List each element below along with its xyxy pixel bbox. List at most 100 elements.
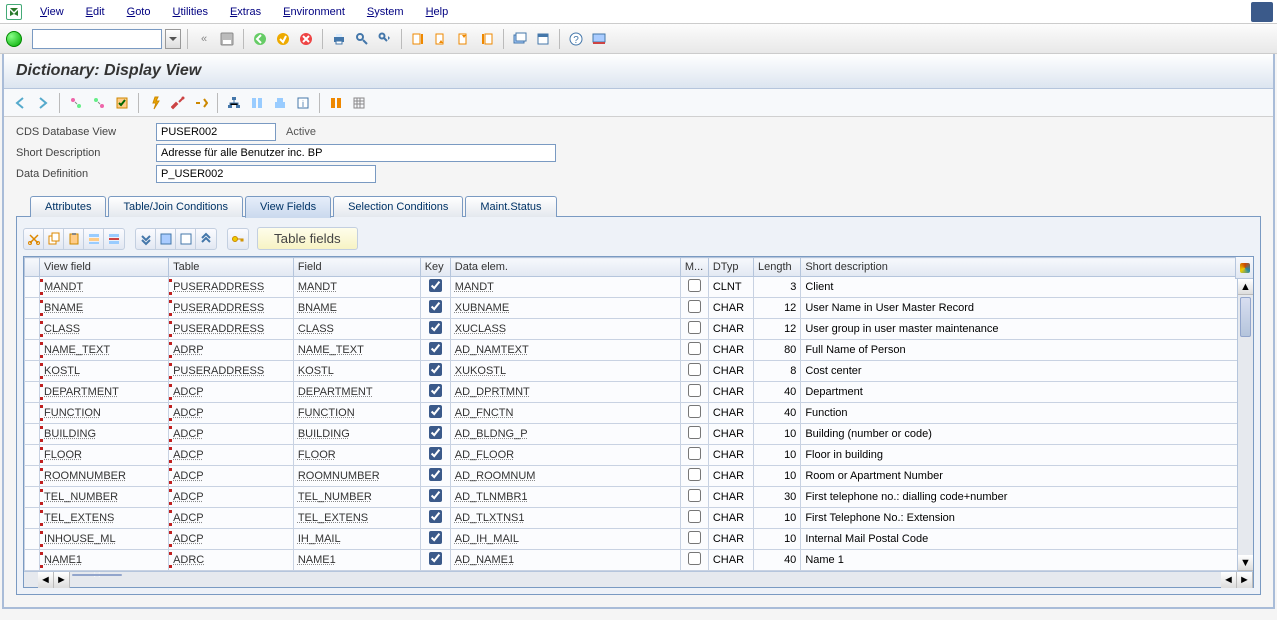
m-checkbox[interactable] bbox=[688, 300, 701, 313]
row-selector[interactable] bbox=[25, 466, 40, 487]
cell-viewfield[interactable]: INHOUSE_ML bbox=[40, 531, 168, 547]
m-checkbox[interactable] bbox=[688, 447, 701, 460]
table-settings-icon[interactable] bbox=[1235, 257, 1253, 279]
key-checkbox[interactable] bbox=[429, 447, 442, 460]
cell-dataelem[interactable]: XUKOSTL bbox=[451, 363, 680, 379]
print-icon[interactable] bbox=[329, 29, 349, 49]
col-dtyp[interactable]: DTyp bbox=[708, 258, 753, 277]
next-page-icon[interactable] bbox=[454, 29, 474, 49]
cell-viewfield[interactable]: ROOMNUMBER bbox=[40, 468, 168, 484]
cell-table[interactable]: PUSERADDRESS bbox=[169, 279, 293, 295]
hscroll2-left-icon[interactable]: ◄ bbox=[1221, 572, 1237, 588]
col-m[interactable]: M... bbox=[680, 258, 708, 277]
hscroll-right-icon[interactable]: ► bbox=[54, 572, 70, 588]
cell-field[interactable]: FUNCTION bbox=[294, 405, 420, 421]
cell-dataelem[interactable]: AD_IH_MAIL bbox=[451, 531, 680, 547]
row-selector[interactable] bbox=[25, 361, 40, 382]
cell-m[interactable] bbox=[680, 424, 708, 445]
row-selector[interactable] bbox=[25, 298, 40, 319]
vscroll-up-icon[interactable]: ▲ bbox=[1238, 279, 1253, 295]
first-page-icon[interactable] bbox=[408, 29, 428, 49]
cell-table[interactable]: ADCP bbox=[169, 510, 293, 526]
check-icon[interactable] bbox=[112, 93, 132, 113]
cell-m[interactable] bbox=[680, 403, 708, 424]
cell-dataelem[interactable]: AD_TLNMBR1 bbox=[451, 489, 680, 505]
cell-dataelem[interactable]: XUBNAME bbox=[451, 300, 680, 316]
menu-utilities[interactable]: Utilities bbox=[162, 3, 217, 21]
cell-viewfield[interactable]: KOSTL bbox=[40, 363, 168, 379]
cell-dataelem[interactable]: MANDT bbox=[451, 279, 680, 295]
cell-field[interactable]: ROOMNUMBER bbox=[294, 468, 420, 484]
cell-table[interactable]: ADCP bbox=[169, 426, 293, 442]
cell-viewfield[interactable]: NAME_TEXT bbox=[40, 342, 168, 358]
key-checkbox[interactable] bbox=[429, 426, 442, 439]
m-checkbox[interactable] bbox=[688, 279, 701, 292]
cell-key[interactable] bbox=[420, 319, 450, 340]
row-selector[interactable] bbox=[25, 529, 40, 550]
table-fields-button[interactable]: Table fields bbox=[257, 227, 358, 250]
cell-table[interactable]: ADRC bbox=[169, 552, 293, 568]
cell-m[interactable] bbox=[680, 508, 708, 529]
cell-m[interactable] bbox=[680, 550, 708, 571]
cell-field[interactable]: TEL_NUMBER bbox=[294, 489, 420, 505]
key-checkbox[interactable] bbox=[429, 300, 442, 313]
table-row[interactable]: ROOMNUMBERADCPROOMNUMBERAD_ROOMNUMCHAR10… bbox=[25, 466, 1253, 487]
input-data-def[interactable] bbox=[156, 165, 376, 183]
hscroll-thumb[interactable]: : : bbox=[72, 574, 122, 576]
new-session-icon[interactable] bbox=[510, 29, 530, 49]
layout-icon[interactable] bbox=[589, 29, 609, 49]
cell-table[interactable]: PUSERADDRESS bbox=[169, 321, 293, 337]
window-control-icon[interactable] bbox=[1251, 2, 1273, 22]
hscroll-left-icon[interactable]: ◄ bbox=[38, 572, 54, 588]
cell-viewfield[interactable]: CLASS bbox=[40, 321, 168, 337]
cell-key[interactable] bbox=[420, 550, 450, 571]
cell-table[interactable]: ADCP bbox=[169, 405, 293, 421]
key-checkbox[interactable] bbox=[429, 342, 442, 355]
cell-field[interactable]: BNAME bbox=[294, 300, 420, 316]
row-selector[interactable] bbox=[25, 277, 40, 298]
key-checkbox[interactable] bbox=[429, 552, 442, 565]
cell-m[interactable] bbox=[680, 340, 708, 361]
m-checkbox[interactable] bbox=[688, 405, 701, 418]
menu-goto[interactable]: Goto bbox=[117, 3, 161, 21]
display-object-list-icon[interactable] bbox=[191, 93, 211, 113]
m-checkbox[interactable] bbox=[688, 552, 701, 565]
cell-key[interactable] bbox=[420, 487, 450, 508]
table-row[interactable]: DEPARTMENTADCPDEPARTMENTAD_DPRTMNTCHAR40… bbox=[25, 382, 1253, 403]
cell-viewfield[interactable]: FLOOR bbox=[40, 447, 168, 463]
table-row[interactable]: CLASSPUSERADDRESSCLASSXUCLASSCHAR12User … bbox=[25, 319, 1253, 340]
shortcut-icon[interactable] bbox=[533, 29, 553, 49]
chevron-left-icon[interactable]: « bbox=[194, 29, 214, 49]
where-used-icon[interactable] bbox=[168, 93, 188, 113]
expand-all-icon[interactable] bbox=[136, 229, 156, 249]
key-checkbox[interactable] bbox=[429, 531, 442, 544]
col-field[interactable]: Field bbox=[293, 258, 420, 277]
cell-m[interactable] bbox=[680, 382, 708, 403]
col-rowsel[interactable] bbox=[25, 258, 40, 277]
menu-view[interactable]: View bbox=[30, 3, 74, 21]
row-selector[interactable] bbox=[25, 403, 40, 424]
row-selector[interactable] bbox=[25, 508, 40, 529]
cell-m[interactable] bbox=[680, 466, 708, 487]
cell-field[interactable]: NAME_TEXT bbox=[294, 342, 420, 358]
activate-icon[interactable] bbox=[145, 93, 165, 113]
delete-row-icon[interactable] bbox=[104, 229, 124, 249]
table-row[interactable]: FUNCTIONADCPFUNCTIONAD_FNCTNCHAR40Functi… bbox=[25, 403, 1253, 424]
col-key[interactable]: Key bbox=[420, 258, 450, 277]
row-selector[interactable] bbox=[25, 487, 40, 508]
cell-viewfield[interactable]: DEPARTMENT bbox=[40, 384, 168, 400]
row-selector[interactable] bbox=[25, 445, 40, 466]
cut-icon[interactable] bbox=[24, 229, 44, 249]
contents-icon[interactable] bbox=[326, 93, 346, 113]
display-change-icon[interactable] bbox=[66, 93, 86, 113]
table-row[interactable]: TEL_EXTENSADCPTEL_EXTENSAD_TLXTNS1CHAR10… bbox=[25, 508, 1253, 529]
cell-m[interactable] bbox=[680, 319, 708, 340]
select-all-icon[interactable] bbox=[156, 229, 176, 249]
cell-key[interactable] bbox=[420, 277, 450, 298]
cell-key[interactable] bbox=[420, 445, 450, 466]
row-selector[interactable] bbox=[25, 319, 40, 340]
m-checkbox[interactable] bbox=[688, 510, 701, 523]
key-icon[interactable] bbox=[228, 229, 248, 249]
find-icon[interactable] bbox=[352, 29, 372, 49]
graphic-icon[interactable] bbox=[270, 93, 290, 113]
